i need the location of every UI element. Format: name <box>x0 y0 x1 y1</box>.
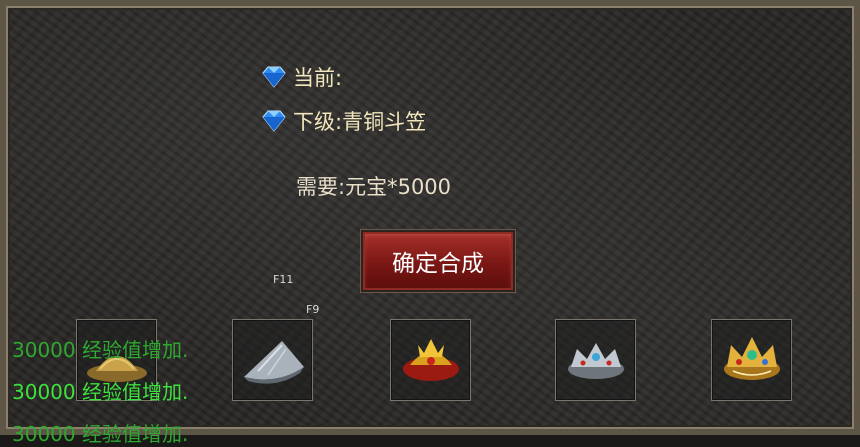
item-slot-4[interactable] <box>555 319 636 401</box>
exp-message-text: 30000 经验值增加. <box>12 380 189 404</box>
blue-diamond-icon <box>262 110 286 132</box>
item-slot-2[interactable] <box>232 319 313 401</box>
jeweled-crown-icon <box>723 337 780 380</box>
blue-diamond-icon <box>262 66 286 88</box>
silver-crown-icon <box>567 343 624 379</box>
confirm-synthesis-button[interactable]: 确定合成 <box>360 229 516 293</box>
exp-message-text: 30000 经验值增加. <box>12 422 189 446</box>
exp-message: 30000 经验值增加. <box>12 334 188 363</box>
current-label: 当前: <box>293 66 343 90</box>
next-level-label: 下级: <box>293 110 343 134</box>
synthesis-panel: 当前: 下级: 青铜斗笠 需要:元宝*5000 确定合成 F11 F9 3000… <box>0 0 860 446</box>
requirement-value: 元宝*5000 <box>345 175 452 199</box>
golden-helmet-icon <box>402 339 459 381</box>
requirement-label: 需要: <box>296 175 346 199</box>
exp-message: 30000 经验值增加. <box>12 376 188 405</box>
hotkey-f9: F9 <box>306 303 320 316</box>
next-level-item: 青铜斗笠 <box>342 110 427 134</box>
item-slot-5[interactable] <box>711 319 792 401</box>
requirement-row: 需要:元宝*5000 <box>296 171 451 201</box>
current-row: 当前: <box>261 62 342 92</box>
next-level-row: 下级: 青铜斗笠 <box>261 106 426 136</box>
exp-message-text: 30000 经验值增加. <box>12 338 189 362</box>
item-slot-3[interactable] <box>390 319 471 401</box>
hotkey-f11: F11 <box>273 273 294 286</box>
exp-message: 30000 经验值增加. <box>12 418 188 447</box>
silver-conical-hat-icon <box>243 341 304 384</box>
